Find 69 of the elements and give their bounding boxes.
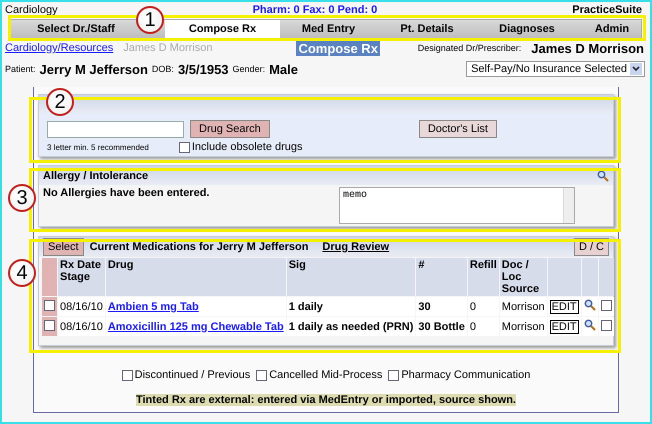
patient-name: Jerry M Jefferson bbox=[40, 62, 148, 76]
caret-icon bbox=[632, 66, 640, 72]
table-cell: Morrison bbox=[500, 317, 547, 336]
table-cell: 30 Bottle bbox=[416, 317, 467, 336]
brand-label: PracticeSuite bbox=[572, 4, 642, 16]
tab[interactable]: Admin bbox=[577, 20, 647, 38]
column-header: Refill bbox=[468, 258, 499, 296]
department-label: Cardiology bbox=[5, 4, 58, 16]
tinted-note: Tinted Rx are external: entered via MedEntry or imported, source shown. bbox=[136, 394, 516, 406]
queue-counts: Pharm: 0 Fax: 0 Pend: 0 bbox=[252, 4, 378, 16]
table-cell: 30 bbox=[416, 297, 467, 316]
drug-search-button[interactable]: Drug Search bbox=[190, 120, 270, 138]
allergy-message: No Allergies have been entered. bbox=[43, 187, 210, 199]
gender-label: Gender: bbox=[232, 64, 266, 74]
filter-checkbox[interactable]: Pharmacy Communication bbox=[388, 369, 530, 381]
breadcrumb-link[interactable]: Cardiology/Resources bbox=[5, 42, 114, 54]
table-cell: Morrison bbox=[500, 297, 547, 316]
column-header: Doc / Loc Source bbox=[500, 258, 547, 296]
row-checkbox[interactable] bbox=[44, 300, 55, 310]
callout-marker: 4 bbox=[8, 259, 36, 287]
page-title: Compose Rx bbox=[296, 40, 380, 56]
search-icon[interactable] bbox=[584, 319, 596, 331]
tab[interactable]: Compose Rx bbox=[165, 20, 280, 38]
edit-button[interactable]: EDIT bbox=[550, 320, 579, 334]
checkbox[interactable] bbox=[122, 370, 133, 380]
table-cell: 0 bbox=[468, 297, 499, 316]
search-hint: 3 letter min. 5 recommended bbox=[47, 142, 149, 152]
callout-marker: 1 bbox=[136, 6, 164, 34]
section-title: Current Medications for Jerry M Jefferson bbox=[90, 241, 308, 253]
callout-marker: 3 bbox=[8, 184, 36, 212]
memo-field[interactable]: memo bbox=[339, 187, 575, 224]
dob-value: 3/5/1953 bbox=[178, 62, 229, 76]
search-icon[interactable] bbox=[584, 299, 596, 311]
table-cell: 08/16/10 bbox=[58, 317, 105, 336]
table-cell: 08/16/10 bbox=[58, 297, 105, 316]
checkbox[interactable] bbox=[178, 142, 190, 152]
gender-value: Male bbox=[269, 62, 298, 76]
drug-search-field[interactable] bbox=[47, 120, 184, 138]
tab[interactable]: Diagnoses bbox=[477, 20, 577, 38]
checkbox[interactable] bbox=[388, 370, 400, 380]
table-cell: 0 bbox=[468, 317, 499, 336]
prescriber-name: James D Morrison bbox=[531, 40, 644, 56]
drug-review-link[interactable]: Drug Review bbox=[322, 241, 390, 253]
checkbox[interactable] bbox=[256, 370, 268, 380]
filter-checkbox[interactable]: Cancelled Mid-Process bbox=[256, 369, 382, 381]
search-icon[interactable] bbox=[597, 170, 609, 182]
table-cell: 1 daily bbox=[286, 297, 416, 316]
prescriber-label: Designated Dr/Prescriber: bbox=[418, 43, 522, 53]
column-header: Sig bbox=[286, 258, 416, 296]
row-checkbox[interactable] bbox=[44, 320, 55, 330]
table-cell: 1 daily as needed (PRN) bbox=[286, 317, 416, 336]
insurance-select[interactable]: Self-Pay/No Insurance Selected bbox=[466, 61, 645, 77]
tab[interactable]: Med Entry bbox=[280, 20, 377, 38]
column-header: Rx Date Stage bbox=[58, 258, 105, 296]
dob-label: DOB: bbox=[152, 64, 174, 74]
tab[interactable]: Select Dr./Staff bbox=[17, 20, 135, 38]
column-header: Drug bbox=[106, 258, 286, 296]
column-header: # bbox=[416, 258, 467, 296]
filter-checkbox[interactable]: Discontinued / Previous bbox=[122, 369, 250, 381]
doctor-name: James D Morrison bbox=[123, 42, 212, 54]
scrollbar[interactable] bbox=[563, 188, 574, 223]
edit-button[interactable]: EDIT bbox=[550, 300, 579, 314]
doctors-list-button[interactable]: Doctor's List bbox=[418, 120, 497, 138]
row-checkbox[interactable] bbox=[600, 320, 612, 330]
row-checkbox[interactable] bbox=[600, 300, 612, 310]
section-title: Allergy / Intolerance bbox=[43, 170, 148, 182]
obsolete-checkbox[interactable]: Include obsolete drugs bbox=[178, 141, 303, 153]
patient-label: Patient: bbox=[5, 64, 36, 74]
tab[interactable]: Pt. Details bbox=[377, 20, 477, 38]
